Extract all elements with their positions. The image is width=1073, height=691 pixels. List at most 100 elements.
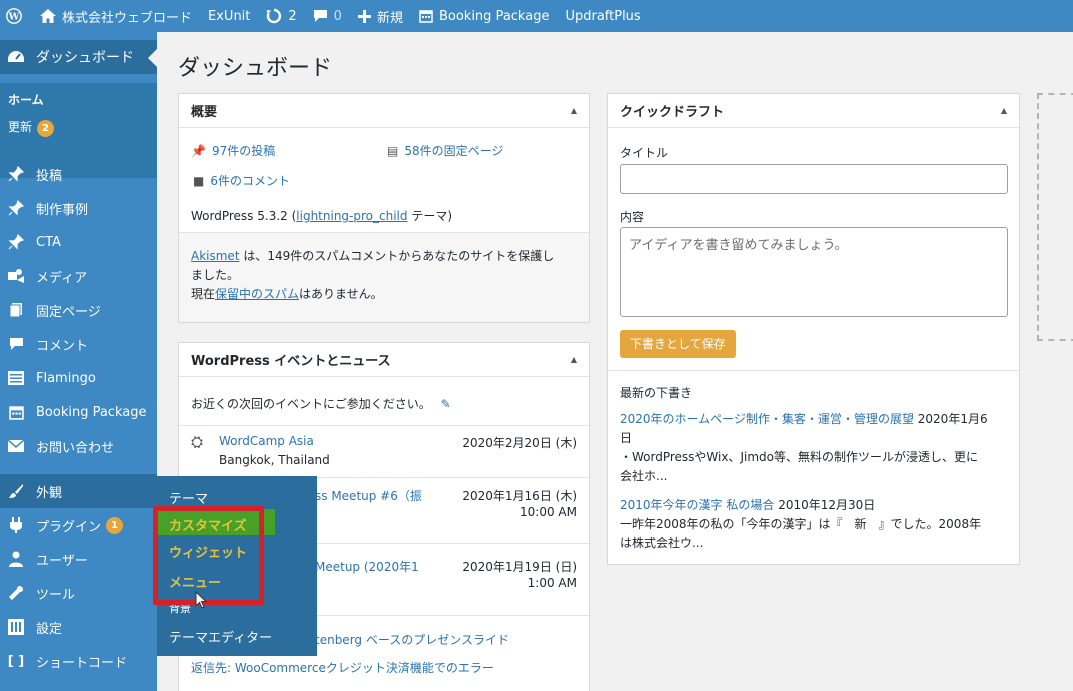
draft-item: 2020年のホームページ制作・集客・運営・管理の展望 2020年1月6 日 ・W…: [620, 410, 1010, 486]
submenu-updates[interactable]: 更新 2: [8, 118, 55, 137]
draft-excerpt-cont: 会社ホ...: [620, 469, 668, 483]
pages-count-link[interactable]: ▤ 58件の固定ページ: [387, 142, 503, 159]
settings-icon: [6, 617, 26, 637]
pin-icon: 📌: [191, 144, 206, 158]
mail-icon: [6, 436, 26, 456]
brush-icon: [6, 481, 26, 501]
draft-content-textarea[interactable]: アイディアを書き留めてみましょう。: [620, 227, 1008, 317]
akismet-link[interactable]: Akismet: [191, 249, 240, 263]
wrench-icon: [6, 583, 26, 603]
widget-title: クイックドラフト: [620, 105, 725, 120]
new-content-link[interactable]: 新規: [350, 0, 411, 32]
comment-icon: ■: [193, 174, 205, 188]
sidebar-item-tools[interactable]: ツール: [0, 576, 157, 610]
widget-header[interactable]: WordPress イベントとニュース ▲: [179, 343, 589, 377]
widget-header[interactable]: クイックドラフト ▲: [608, 94, 1019, 128]
media-icon: [6, 266, 26, 286]
sidebar-item-users[interactable]: ユーザー: [0, 542, 157, 576]
events-intro: お近くの次回のイベントにご参加ください。 ✎: [191, 395, 451, 412]
home-icon: [40, 9, 56, 23]
sidebar-item-label: 投稿: [36, 168, 63, 184]
sidebar-item-dashboard[interactable]: ダッシュボード: [0, 40, 157, 74]
wordpress-logo-icon[interactable]: W: [2, 0, 32, 32]
sidebar-item-settings[interactable]: 設定: [0, 610, 157, 644]
draft-excerpt-cont: は株式会社ウ...: [620, 536, 704, 550]
draft-title-link[interactable]: 2020年のホームページ制作・集客・運営・管理の展望: [620, 412, 914, 426]
updraftplus-link[interactable]: UpdraftPlus: [557, 0, 648, 32]
draft-title-input[interactable]: [620, 164, 1008, 194]
akismet-text-2: ました。: [191, 268, 240, 282]
pages-icon: ▤: [387, 144, 399, 158]
event-name[interactable]: WordCamp Asia: [219, 434, 314, 448]
flyout-item-theme-editor[interactable]: テーマエディター: [169, 627, 272, 646]
calendar-icon: [419, 10, 433, 23]
exunit-link[interactable]: ExUnit: [200, 0, 258, 32]
comment-icon: [313, 10, 327, 22]
sidebar-item-label: Booking Package: [36, 404, 147, 420]
submenu-home[interactable]: ホーム: [8, 91, 44, 108]
comment-icon: [6, 334, 26, 354]
pencil-icon[interactable]: ✎: [441, 397, 451, 411]
sidebar-item-label: ユーザー: [36, 553, 88, 569]
svg-text:W: W: [8, 12, 20, 23]
events-intro-text: お近くの次回のイベントにご参加ください。: [191, 397, 431, 411]
divider: [608, 370, 1019, 371]
theme-link[interactable]: lightning-pro_child: [296, 209, 407, 223]
collapse-toggle-icon[interactable]: ▲: [571, 106, 577, 115]
current-menu-arrow: [148, 49, 157, 67]
draft-title-link[interactable]: 2010年今年の漢字 私の場合: [620, 498, 774, 512]
flyout-item-theme[interactable]: テーマ: [169, 488, 208, 507]
sidebar-item-works[interactable]: 制作事例: [0, 191, 157, 225]
sidebar-item-media[interactable]: メディア: [0, 259, 157, 293]
event-name[interactable]: Meetup (2020年1: [315, 558, 419, 575]
sidebar-item-label: 固定ページ: [36, 304, 101, 320]
empty-widget-dropzone[interactable]: [1037, 93, 1073, 341]
draft-date: 2020年1月6: [917, 412, 988, 426]
submenu-updates-label: 更新: [8, 120, 33, 134]
sidebar-item-contact[interactable]: お問い合わせ: [0, 429, 157, 463]
news-link[interactable]: 返信先: WooCommerceクレジット決済機能でのエラー: [191, 659, 494, 676]
sidebar-item-label: プラグイン: [36, 519, 102, 535]
pin-icon: [6, 232, 26, 252]
pages-icon: [6, 300, 26, 320]
dashboard-icon: [6, 47, 26, 67]
spam-link[interactable]: 保留中のスパム: [215, 287, 299, 301]
sidebar-item-flamingo[interactable]: Flamingo: [0, 361, 157, 395]
sidebar-item-shortcode[interactable]: [ ] ショートコード: [0, 644, 157, 678]
site-name-link[interactable]: 株式会社ウェブロード: [32, 0, 200, 32]
sidebar-item-comments[interactable]: コメント: [0, 327, 157, 361]
sidebar-item-posts[interactable]: 投稿: [0, 157, 157, 191]
title-field-label: タイトル: [620, 146, 669, 160]
event-name[interactable]: ss Meetup #6（振: [315, 487, 422, 504]
save-draft-button[interactable]: 下書きとして保存: [620, 330, 736, 358]
page-title: ダッシュボード: [178, 56, 333, 81]
event-location: Bangkok, Thailand: [219, 453, 330, 467]
sidebar-item-booking-package[interactable]: Booking Package: [0, 395, 157, 429]
updates-count: 2: [288, 8, 297, 24]
draft-excerpt: 一昨年2008年の私の「今年の漢字」は『 新 』でした。2008年: [620, 517, 982, 531]
event-date: 2020年1月16日 (木): [462, 489, 577, 503]
news-link[interactable]: tenberg ベースのプレゼンスライド: [315, 631, 509, 648]
new-label: 新規: [376, 10, 403, 26]
admin-sidebar: ダッシュボード ホーム 更新 2 投稿 制作事例 CTA メディア 固定ページ コ…: [0, 32, 157, 691]
wordcamp-icon: ⛭: [191, 433, 204, 451]
comments-link[interactable]: 0: [305, 0, 350, 32]
at-a-glance-widget: 概要 ▲ 📌 97件の投稿 ▤ 58件の固定ページ ■ 6件のコメント WordPre…: [178, 93, 590, 323]
sidebar-item-cta[interactable]: CTA: [0, 225, 157, 259]
posts-count-link[interactable]: 📌 97件の投稿: [191, 142, 275, 159]
booking-package-link[interactable]: Booking Package: [411, 0, 557, 32]
comments-count-link[interactable]: ■ 6件のコメント: [193, 172, 290, 189]
collapse-toggle-icon[interactable]: ▲: [1001, 106, 1007, 115]
updates-link[interactable]: 2: [258, 0, 304, 32]
event-date: 2020年1月19日 (日): [462, 560, 577, 574]
flyout-arrow: [148, 483, 157, 501]
sidebar-item-label: コメント: [36, 338, 89, 354]
comments-count-label: 6件のコメント: [210, 174, 290, 188]
sidebar-item-pages[interactable]: 固定ページ: [0, 293, 157, 327]
widget-title: 概要: [191, 105, 218, 120]
sidebar-item-appearance[interactable]: 外観: [0, 474, 157, 508]
sidebar-item-plugins[interactable]: プラグイン 1: [0, 508, 157, 542]
collapse-toggle-icon[interactable]: ▲: [571, 355, 577, 364]
sidebar-item-label: Flamingo: [36, 370, 96, 386]
widget-header[interactable]: 概要 ▲: [179, 94, 589, 128]
